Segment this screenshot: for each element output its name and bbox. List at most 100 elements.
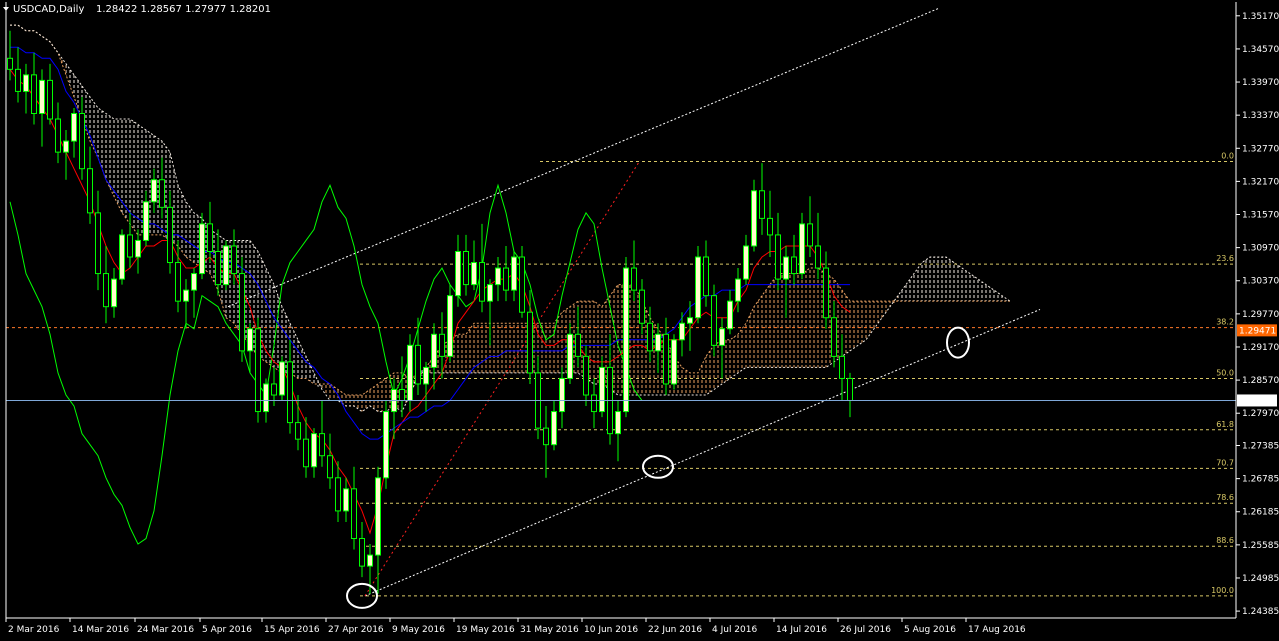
cloud-segment	[906, 273, 914, 302]
bullish-candle	[367, 554, 373, 567]
date-tick-label: 10 Jun 2016	[584, 625, 638, 635]
bearish-candle	[79, 112, 85, 170]
cloud-segment	[690, 372, 698, 396]
cloud-segment	[802, 268, 810, 368]
bearish-candle	[591, 394, 597, 413]
price-tick-label: 1.26785	[1242, 475, 1279, 485]
bearish-candle	[839, 355, 845, 379]
bullish-candle	[735, 278, 741, 302]
bullish-candle	[223, 245, 229, 286]
bearish-candle	[207, 223, 213, 252]
cloud-segment	[994, 290, 1002, 302]
bearish-candle	[639, 289, 645, 324]
cloud-segment	[458, 334, 466, 373]
cloud-segment	[506, 323, 514, 373]
bullish-candle	[23, 74, 29, 92]
bullish-candle	[311, 433, 317, 468]
bearish-candle	[831, 317, 837, 357]
bearish-candle	[351, 488, 357, 540]
cloud-segment	[514, 323, 522, 373]
cloud-segment	[714, 339, 722, 390]
bullish-candle	[655, 333, 661, 352]
bearish-candle	[175, 262, 181, 302]
date-tick-label: 22 Jun 2016	[648, 625, 702, 635]
bullish-candle	[599, 366, 605, 413]
bullish-candle	[375, 477, 381, 556]
bullish-candle	[71, 112, 77, 142]
bullish-candle	[799, 223, 805, 275]
cloud-segment	[850, 301, 858, 351]
price-tick-label: 1.24985	[1242, 574, 1279, 584]
bearish-candle	[847, 377, 853, 402]
chart-canvas[interactable]: 0.0 23.6 38.2 50.0 61.8 70.7 78.6 88.6 100.0 1.3…	[0, 0, 1279, 641]
bearish-candle	[463, 250, 469, 286]
bullish-candle	[183, 289, 189, 302]
bullish-candle	[719, 328, 725, 346]
bearish-candle	[775, 234, 781, 280]
cloud-segment	[922, 257, 930, 302]
cloud-segment	[370, 383, 378, 412]
cloud-segment	[914, 262, 922, 302]
cloud-segment	[810, 268, 818, 368]
bearish-candle	[439, 333, 445, 357]
bullish-candle	[423, 366, 429, 385]
bullish-candle	[471, 262, 477, 286]
price-tick-label: 1.33370	[1242, 111, 1279, 121]
price-tick-label: 1.24385	[1242, 607, 1279, 617]
cloud-segment	[682, 367, 690, 396]
circle-marker	[946, 326, 970, 359]
bearish-candle	[319, 433, 325, 457]
candles	[7, 30, 853, 594]
price-tick-label: 1.35170	[1242, 12, 1279, 22]
fib-level-label: 61.8	[1216, 420, 1234, 429]
cloud-segment	[786, 273, 794, 368]
date-tick-label: 24 Mar 2016	[137, 625, 194, 635]
usdcad-daily-chart[interactable]: 0.0 23.6 38.2 50.0 61.8 70.7 78.6 88.6 100.0 1.3…	[0, 0, 1279, 641]
fib-level-label: 50.0	[1216, 368, 1234, 377]
bullish-candle	[191, 273, 197, 291]
cloud-segment	[762, 284, 770, 368]
cloud-segment	[706, 345, 714, 396]
cloud-segment	[874, 301, 882, 329]
bullish-candle	[143, 201, 149, 241]
bullish-candle	[751, 190, 757, 247]
cloud-segment	[730, 334, 738, 379]
cloud-segment	[770, 273, 778, 368]
marker-price-label: 1.29471	[1239, 326, 1276, 336]
cloud-segment	[866, 301, 874, 340]
bullish-candle	[407, 344, 413, 402]
bullish-candle	[383, 411, 389, 479]
bearish-candle	[663, 333, 669, 385]
bearish-candle	[335, 477, 341, 512]
bearish-candle	[295, 422, 301, 440]
bullish-candle	[671, 339, 677, 385]
bearish-candle	[575, 333, 581, 357]
date-tick-label: 14 Jul 2016	[776, 625, 827, 635]
bearish-candle	[327, 455, 333, 479]
bearish-candle	[815, 245, 821, 269]
fib-level-label: 78.6	[1216, 493, 1234, 502]
cloud-segment	[66, 63, 74, 97]
cloud-segment	[538, 323, 546, 373]
bullish-candle	[615, 411, 621, 435]
cloud-segment	[938, 257, 946, 302]
cloud-segment	[466, 323, 474, 373]
date-tick-label: 27 Apr 2016	[328, 625, 384, 635]
price-tick-label: 1.27970	[1242, 409, 1279, 419]
bearish-candle	[47, 79, 53, 120]
bearish-candle	[703, 256, 709, 297]
bullish-candle	[695, 256, 701, 319]
cloud-segment	[546, 323, 554, 373]
date-tick-label: 5 Aug 2016	[904, 625, 956, 635]
bearish-candle	[95, 212, 101, 275]
dropdown-arrow-icon[interactable]	[3, 7, 9, 11]
cloud-segment	[946, 257, 954, 302]
cloud-segment	[794, 273, 802, 368]
bullish-candle	[455, 250, 461, 297]
bullish-candle	[39, 79, 45, 114]
bullish-candle	[111, 278, 117, 308]
price-tick-label: 1.27385	[1242, 442, 1279, 452]
price-tick-label: 1.30970	[1242, 244, 1279, 254]
date-tick-label: 31 May 2016	[520, 625, 579, 635]
ohlc-readout: 1.28422 1.28567 1.27977 1.28201	[96, 4, 271, 15]
